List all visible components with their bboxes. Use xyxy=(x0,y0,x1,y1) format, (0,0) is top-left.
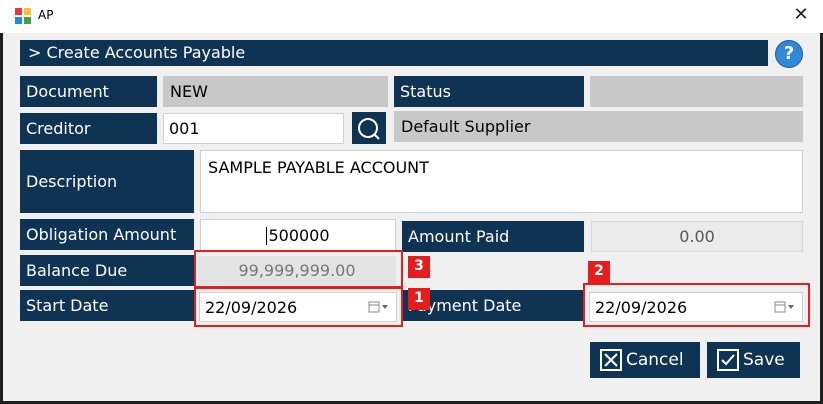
status-label: Status xyxy=(394,76,584,107)
cancel-button-label: Cancel xyxy=(626,350,684,370)
text-cursor xyxy=(266,226,268,245)
obligation-amount-value: 500000 xyxy=(268,226,330,245)
help-icon[interactable]: ? xyxy=(775,40,803,68)
title-bar xyxy=(0,0,823,33)
balance-due-label: Balance Due xyxy=(20,255,194,286)
highlight-box-2 xyxy=(583,283,810,327)
annotation-badge-2: 2 xyxy=(588,261,610,283)
close-icon[interactable]: ✕ xyxy=(790,2,812,28)
highlight-box-1 xyxy=(194,287,403,327)
status-field xyxy=(590,76,803,107)
amount-paid-field: 0.00 xyxy=(591,221,803,252)
checkmark-box-icon xyxy=(717,349,739,371)
document-field: NEW xyxy=(163,76,388,107)
description-label: Description xyxy=(20,150,194,213)
app-logo-icon xyxy=(15,8,31,24)
save-button-label: Save xyxy=(743,350,785,370)
obligation-amount-input[interactable]: 500000 xyxy=(200,219,396,252)
save-button[interactable]: Save xyxy=(707,342,800,378)
search-icon xyxy=(358,118,380,140)
page-title: > Create Accounts Payable xyxy=(20,40,768,66)
creditor-input[interactable]: 001 xyxy=(163,113,344,144)
annotation-badge-3: 3 xyxy=(408,256,430,278)
description-textarea[interactable]: SAMPLE PAYABLE ACCOUNT xyxy=(200,150,803,213)
creditor-name-field: Default Supplier xyxy=(394,111,803,142)
creditor-label: Creditor xyxy=(20,113,157,144)
window-title: AP xyxy=(38,8,54,22)
annotation-badge-1: 1 xyxy=(408,288,430,310)
x-box-icon xyxy=(600,349,622,371)
creditor-search-button[interactable] xyxy=(352,112,386,144)
amount-paid-label: Amount Paid xyxy=(402,221,584,252)
start-date-label: Start Date xyxy=(20,290,194,321)
document-label: Document xyxy=(20,76,157,107)
cancel-button[interactable]: Cancel xyxy=(590,342,700,378)
obligation-amount-label: Obligation Amount xyxy=(20,219,194,250)
highlight-box-3 xyxy=(194,250,403,288)
